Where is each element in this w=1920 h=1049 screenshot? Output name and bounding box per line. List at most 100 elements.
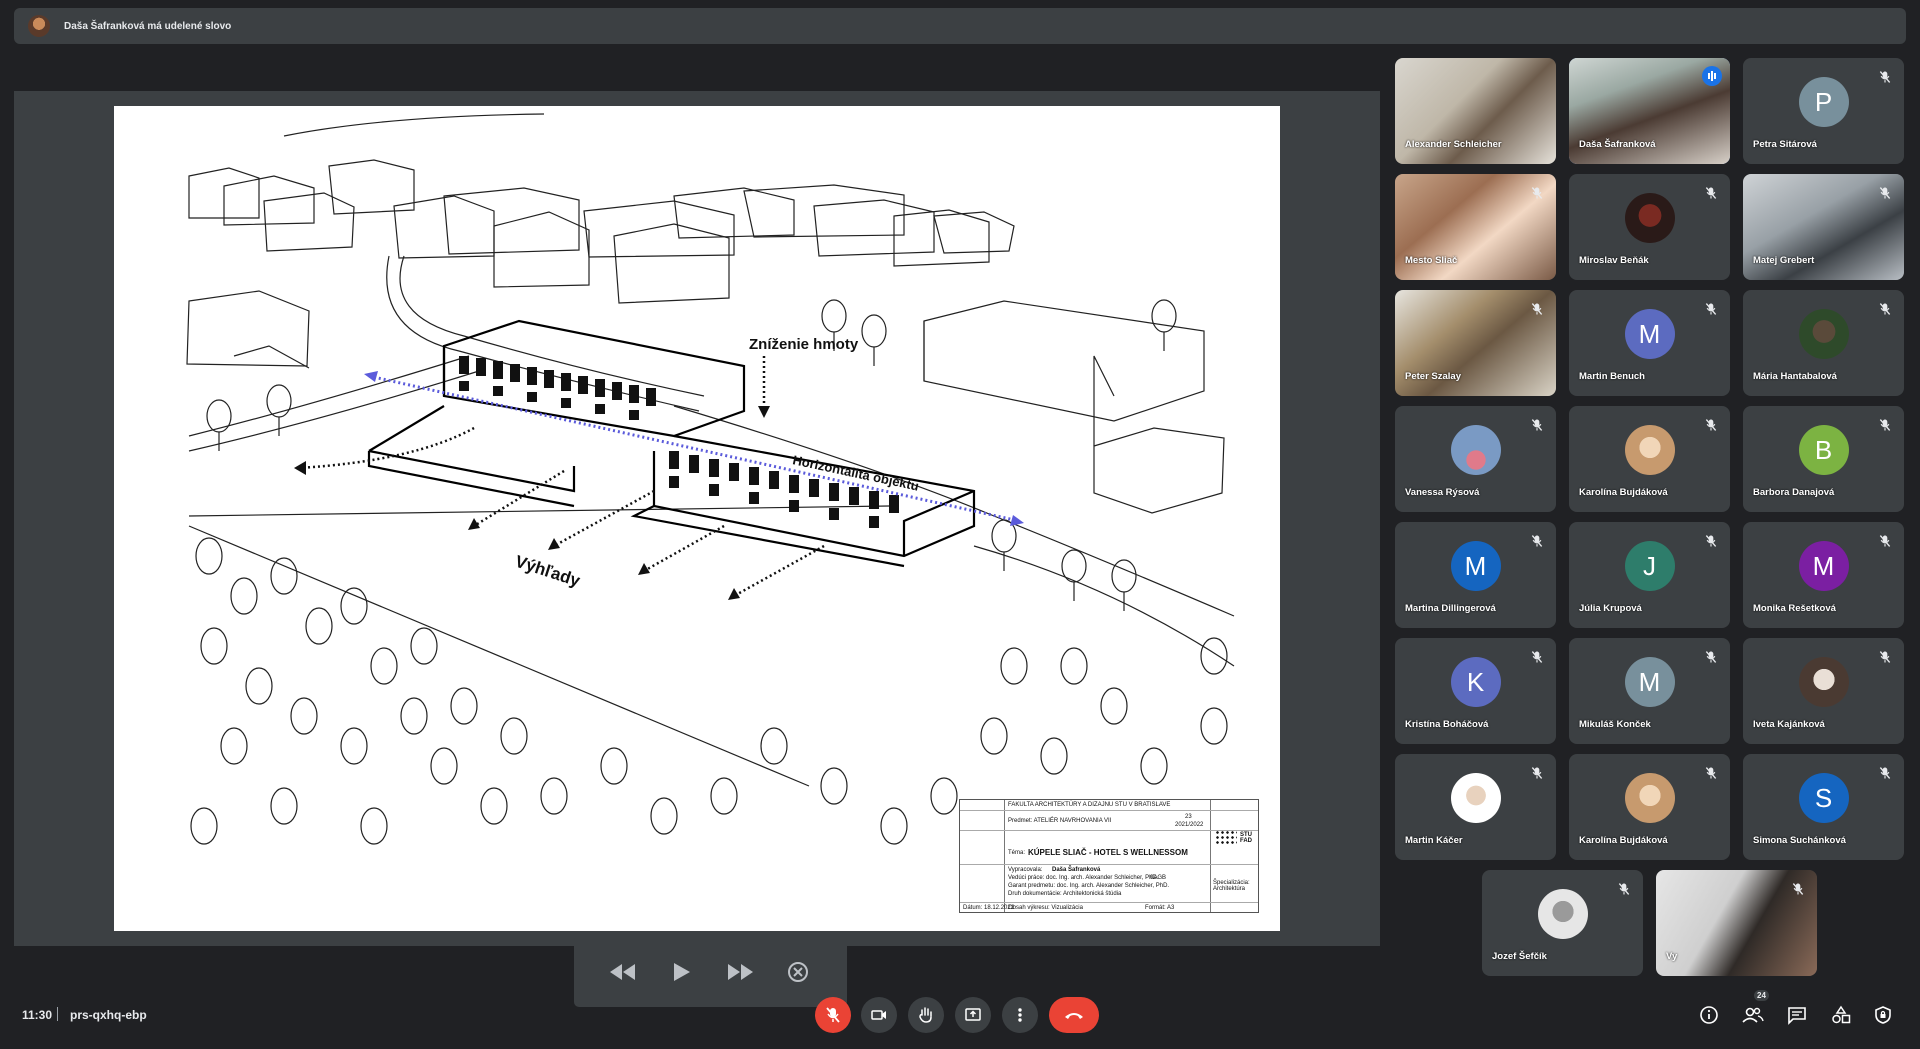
chat-button[interactable] [1782,1000,1812,1030]
participant-tile[interactable]: S Simona Suchánková [1743,754,1904,860]
participant-tile[interactable]: Vanessa Rýsová [1395,406,1556,512]
leave-call-button[interactable] [1049,997,1099,1033]
muted-indicator [1876,648,1894,666]
stu-logo-dots [1215,830,1237,846]
participant-tile[interactable]: J Júlia Krupová [1569,522,1730,628]
tb-format: Formát: A3 [1145,905,1175,911]
mic-off-icon [826,1007,840,1023]
tb-supervisor: Vedúci práce: doc. Ing. arch. Alexander … [1008,875,1159,881]
participant-tile[interactable]: M Mikuláš Konček [1569,638,1730,744]
participant-name: Mária Hantabalová [1753,371,1837,382]
participant-tile[interactable]: Karolína Bujdáková [1569,754,1730,860]
participant-avatar [1537,889,1588,939]
muted-indicator [1876,184,1894,202]
muted-indicator [1876,300,1894,318]
muted-indicator [1702,648,1720,666]
tb-specialization: Špecializácia: Architektúra [1213,880,1250,892]
participant-initial-avatar: B [1798,425,1849,475]
clock: 11:30 [22,1008,53,1022]
participant-tile[interactable]: Karolína Bujdáková [1569,406,1730,512]
more-options-button[interactable] [1002,997,1038,1033]
participant-name: Miroslav Beňák [1579,255,1649,266]
microphone-toggle-button[interactable] [815,997,851,1033]
mic-off-icon [1879,419,1891,431]
presentation-stage: Zníženie hmoty Horizontalita objektu Výh… [14,91,1380,1007]
muted-indicator [1876,416,1894,434]
camera-toggle-button[interactable] [861,997,897,1033]
fast-forward-icon [727,963,753,980]
shared-slide: Zníženie hmoty Horizontalita objektu Výh… [114,106,1280,931]
participant-tile[interactable]: Daša Šafranková [1569,58,1730,164]
participant-tile[interactable]: Mesto Sliač [1395,174,1556,280]
mic-off-icon [1879,535,1891,547]
mic-off-icon [1879,767,1891,779]
participant-initial-avatar: M [1624,657,1675,707]
activities-button[interactable] [1826,1000,1856,1030]
tb-doctype: Druh dokumentácie: Architektonická štúdi… [1008,891,1122,897]
drawing-title-block: FAKULTA ARCHITEKTÚRY A DIZAJNU STU V BRA… [959,799,1259,913]
tb-guarantor: Garant predmetu: doc. Ing. arch. Alexand… [1008,883,1170,889]
speaking-indicator-icon [1702,66,1722,86]
participant-tile[interactable]: Jozef Šefčík [1482,870,1643,976]
participant-tile[interactable]: Matej Grebert [1743,174,1904,280]
participant-avatar [1450,773,1501,823]
participant-tile[interactable]: Mária Hantabalová [1743,290,1904,396]
presenter-avatar [28,15,50,37]
muted-indicator [1702,300,1720,318]
participant-name: Vanessa Rýsová [1405,487,1480,498]
muted-indicator [1702,764,1720,782]
present-screen-icon [965,1008,981,1021]
tb-theme: KÚPELE SLIAČ - HOTEL S WELLNESSOM [1028,848,1188,857]
participant-tile[interactable]: Peter Szalay [1395,290,1556,396]
participant-tile[interactable]: Alexander Schleicher [1395,58,1556,164]
participant-name: Vy [1666,951,1678,962]
participant-avatar [1624,193,1675,243]
muted-indicator [1528,416,1546,434]
participant-tile[interactable]: Iveta Kajánková [1743,638,1904,744]
participant-tile[interactable]: M Martin Benuch [1569,290,1730,396]
participant-initial-avatar: S [1798,773,1849,823]
meeting-details-button[interactable] [1694,1000,1724,1030]
mic-off-icon [1705,651,1717,663]
people-button[interactable] [1738,1000,1768,1030]
participant-tile[interactable]: P Petra Sitárová [1743,58,1904,164]
participant-tile[interactable]: Martin Káčer [1395,754,1556,860]
participant-tile[interactable]: K Kristína Boháčová [1395,638,1556,744]
muted-indicator [1528,648,1546,666]
people-count-badge: 24 [1754,990,1769,1001]
hand-icon [919,1007,932,1023]
tb-faculty: FAKULTA ARCHITEKTÚRY A DIZAJNU STU V BRA… [1008,802,1171,808]
tb-date: Dátum: 18.12.2021 [963,905,1015,911]
participant-tile[interactable]: M Martina Dillingerová [1395,522,1556,628]
participant-initial-avatar: M [1798,541,1849,591]
mic-off-icon [1531,303,1543,315]
participant-tile[interactable]: Vy [1656,870,1817,976]
muted-indicator [1876,764,1894,782]
participant-tile[interactable]: B Barbora Danajová [1743,406,1904,512]
mic-off-icon [1618,883,1630,895]
tb-code: 0AGB [1150,875,1167,881]
people-icon [1742,1007,1764,1023]
participant-initial-avatar: J [1624,541,1675,591]
present-screen-button[interactable] [955,997,991,1033]
participant-name: Karolína Bujdáková [1579,835,1668,846]
mic-off-icon [1531,419,1543,431]
mic-off-icon [1531,651,1543,663]
participant-tile[interactable]: Miroslav Beňák [1569,174,1730,280]
muted-indicator [1789,880,1807,898]
mic-off-icon [1531,187,1543,199]
host-controls-button[interactable] [1868,1000,1898,1030]
mic-off-icon [1792,883,1804,895]
raise-hand-button[interactable] [908,997,944,1033]
tb-number: 23 [1185,814,1192,820]
annotation-views: Výhľady [513,552,583,591]
meeting-code[interactable]: prs-qxhq-ebp [70,1008,147,1022]
tb-theme-label: Téma: [1008,850,1026,856]
participant-avatar [1624,425,1675,475]
muted-indicator [1615,880,1633,898]
participant-name: Daša Šafranková [1579,139,1656,150]
participant-avatar [1798,309,1849,359]
participant-name: Kristína Boháčová [1405,719,1489,730]
mic-off-icon [1705,187,1717,199]
participant-tile[interactable]: M Monika Rešetková [1743,522,1904,628]
